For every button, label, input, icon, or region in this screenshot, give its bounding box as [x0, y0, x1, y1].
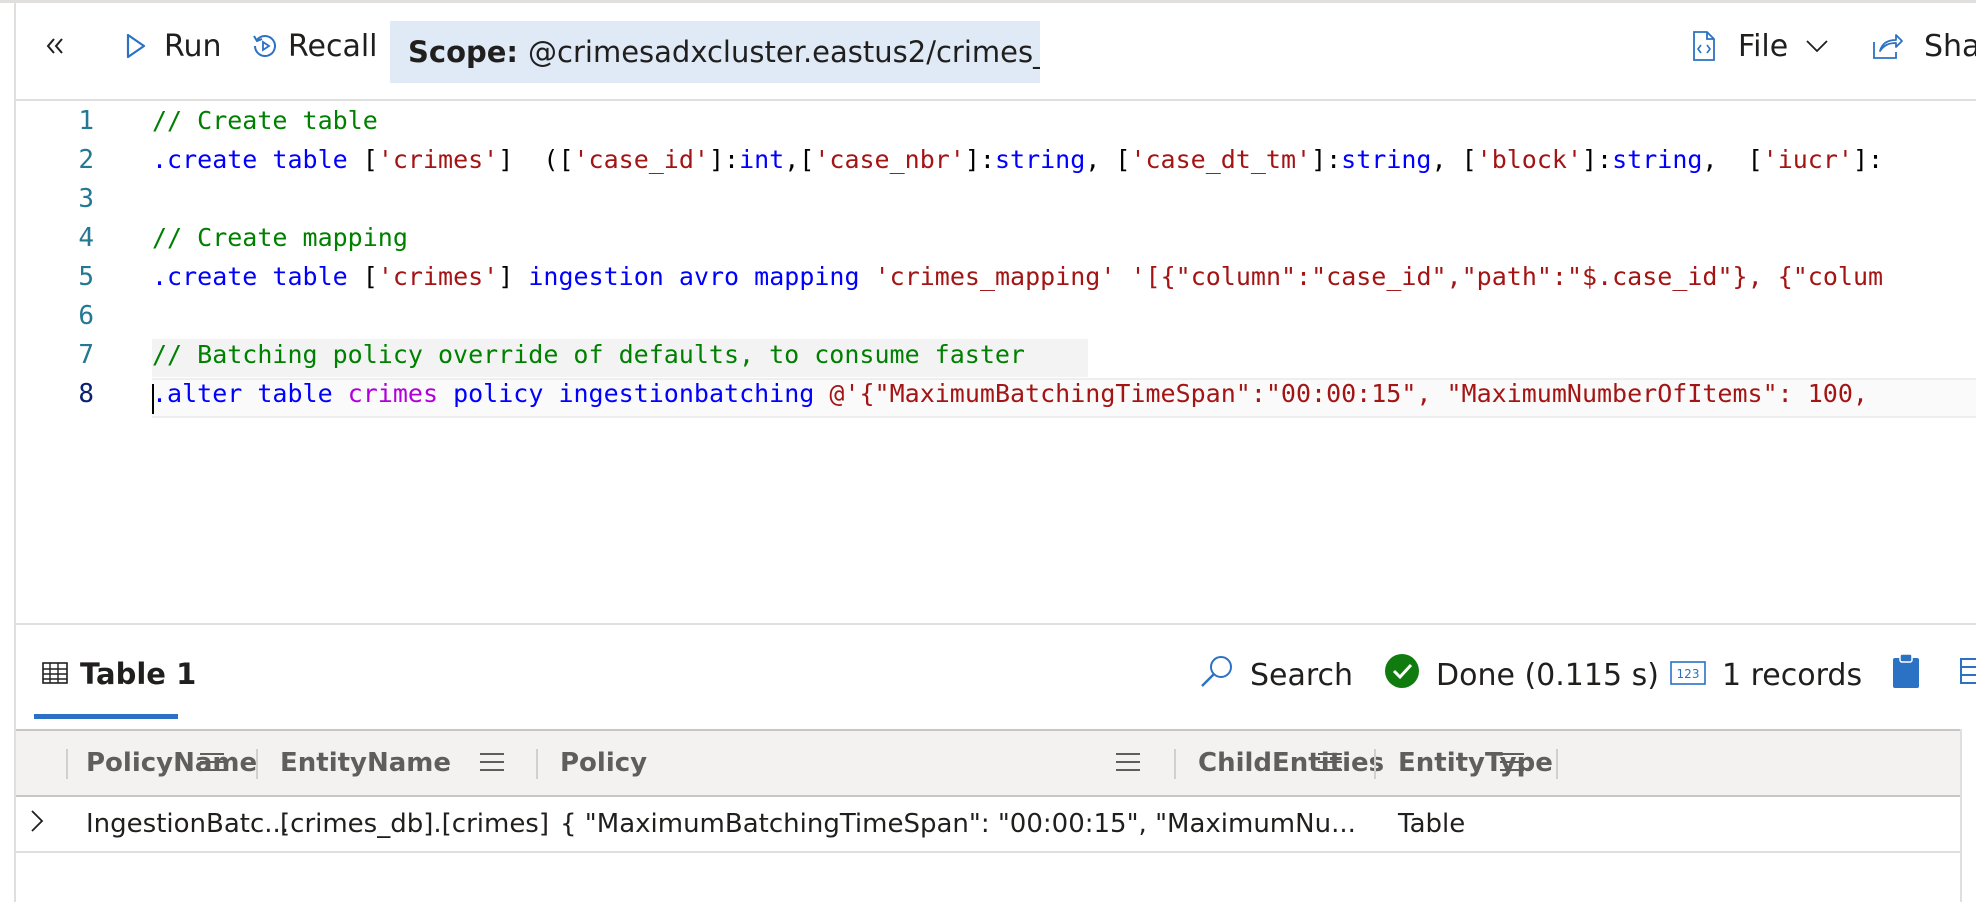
- editor-line: 3: [16, 179, 1976, 218]
- editor-line: 5 .create table ['crimes'] ingestion avr…: [16, 257, 1976, 296]
- column-header-policyname[interactable]: PolicyName: [86, 731, 257, 795]
- copy-button[interactable]: [1892, 653, 1920, 697]
- collapse-button[interactable]: [46, 28, 64, 64]
- share-icon: [1872, 32, 1904, 60]
- recall-label: Recall: [288, 28, 378, 64]
- recall-button[interactable]: Recall: [252, 28, 378, 64]
- editor-line: 4 // Create mapping: [16, 218, 1976, 257]
- play-icon: [126, 33, 146, 59]
- results-tab-bar: Table 1 Search Done (0.115 s) 123 1 reco…: [16, 625, 1976, 729]
- numbers-icon: 123: [1670, 658, 1706, 693]
- search-icon: [1200, 654, 1234, 696]
- column-header-label: EntityType: [1398, 748, 1553, 778]
- line-number: 1: [78, 105, 94, 136]
- chevron-right-icon[interactable]: [30, 809, 44, 837]
- column-header-policy[interactable]: Policy: [560, 731, 647, 795]
- chevron-down-icon: [1806, 40, 1828, 52]
- line-number: 4: [78, 222, 94, 253]
- cell-entitytype[interactable]: Table: [1398, 797, 1465, 851]
- column-header-label: PolicyName: [86, 748, 258, 778]
- editor-line: 1 // Create table: [16, 101, 1976, 140]
- column-separator: [66, 749, 68, 779]
- line-number: 6: [78, 300, 94, 331]
- column-header-label: Policy: [560, 748, 648, 778]
- clipboard-icon: [1892, 653, 1920, 697]
- cell-entityname[interactable]: [crimes_db].[crimes]: [280, 797, 549, 851]
- query-toolbar: Run Recall Scope: @crimesadxcluster.east…: [16, 3, 1976, 101]
- code-text: .create table ['crimes'] ingestion avro …: [152, 262, 1884, 291]
- record-count: 123 1 records: [1670, 653, 1862, 697]
- scope-label: Scope:: [408, 35, 519, 69]
- active-tab-indicator: [34, 714, 178, 719]
- line-number: 8: [78, 378, 94, 409]
- column-separator: [1374, 749, 1376, 779]
- code-text: .alter table crimes policy ingestionbatc…: [152, 379, 1868, 408]
- results-pane: Table 1 Search Done (0.115 s) 123 1 reco…: [16, 625, 1976, 902]
- text-cursor: [152, 384, 154, 414]
- column-separator: [1174, 749, 1176, 779]
- check-circle-icon: [1384, 653, 1420, 697]
- tab-label: Table 1: [80, 657, 197, 691]
- column-header-entitytype[interactable]: EntityType: [1398, 731, 1553, 795]
- table-row[interactable]: IngestionBatc... [crimes_db].[crimes] { …: [16, 797, 1960, 853]
- column-header-entityname[interactable]: EntityName: [280, 731, 451, 795]
- grid-header: PolicyName EntityName Policy ChildEntiti…: [16, 729, 1960, 797]
- column-header-childentities[interactable]: ChildEntities: [1198, 731, 1384, 795]
- column-header-label: EntityName: [280, 748, 452, 778]
- run-button[interactable]: Run: [126, 28, 222, 64]
- line-number: 3: [78, 183, 94, 214]
- column-menu-icon[interactable]: [1500, 753, 1524, 773]
- file-label: File: [1738, 28, 1789, 64]
- code-file-icon: [1692, 31, 1716, 61]
- table-icon: [42, 657, 68, 691]
- line-number: 5: [78, 261, 94, 292]
- code-comment: // Create table: [152, 106, 378, 135]
- code-comment: // Batching policy override of defaults,…: [152, 340, 1025, 369]
- code-comment: // Create mapping: [152, 223, 408, 252]
- search-label: Search: [1250, 657, 1354, 693]
- query-status: Done (0.115 s): [1384, 653, 1659, 697]
- column-menu-icon[interactable]: [480, 753, 504, 773]
- list-view-icon: [1960, 657, 1976, 693]
- column-menu-icon[interactable]: [1116, 753, 1140, 773]
- editor-line: 7 // Batching policy override of default…: [16, 335, 1976, 374]
- results-grid: PolicyName EntityName Policy ChildEntiti…: [16, 729, 1962, 902]
- status-text: Done (0.115 s): [1436, 657, 1659, 693]
- column-separator: [1556, 749, 1558, 779]
- run-label: Run: [164, 28, 222, 64]
- tab-table-1[interactable]: Table 1: [42, 657, 196, 691]
- column-header-label: ChildEntities: [1198, 748, 1385, 778]
- column-menu-icon[interactable]: [1318, 753, 1342, 773]
- column-separator: [256, 749, 258, 779]
- code-text: .create table ['crimes'] (['case_id']:in…: [152, 145, 1884, 174]
- records-text: 1 records: [1722, 657, 1863, 693]
- share-button[interactable]: Share: [1872, 28, 1976, 64]
- cell-policy[interactable]: { "MaximumBatchingTimeSpan": "00:00:15",…: [560, 797, 1356, 851]
- search-button[interactable]: Search: [1200, 653, 1353, 697]
- recall-icon: [252, 33, 278, 59]
- share-label: Share: [1924, 28, 1976, 64]
- editor-line: 8 .alter table crimes policy ingestionba…: [16, 374, 1976, 413]
- file-menu-button[interactable]: File: [1692, 28, 1828, 64]
- editor-line: 2 .create table ['crimes'] (['case_id']:…: [16, 140, 1976, 179]
- query-editor[interactable]: 1 // Create table 2 .create table ['crim…: [16, 101, 1976, 625]
- column-menu-icon[interactable]: [200, 753, 224, 773]
- double-chevron-left-icon: [46, 38, 64, 54]
- svg-text:123: 123: [1677, 667, 1700, 681]
- editor-line: 6: [16, 296, 1976, 335]
- cell-policyname[interactable]: IngestionBatc...: [86, 797, 289, 851]
- view-options-button[interactable]: [1960, 653, 1976, 697]
- line-number: 2: [78, 144, 94, 175]
- scope-value: @crimesadxcluster.eastus2/crimes_db: [528, 35, 1040, 69]
- column-separator: [536, 749, 538, 779]
- scope-selector[interactable]: Scope: @crimesadxcluster.eastus2/crimes_…: [390, 21, 1040, 83]
- line-number: 7: [78, 339, 94, 370]
